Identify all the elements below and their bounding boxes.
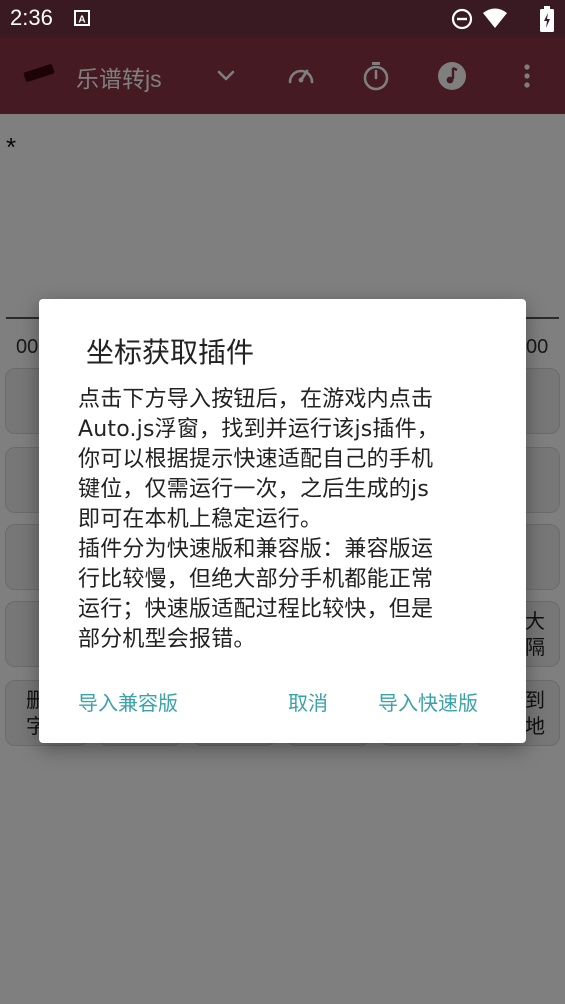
cancel-button[interactable]: 取消 xyxy=(288,683,328,720)
import-fast-button[interactable]: 导入快速版 xyxy=(378,683,478,720)
battery-icon xyxy=(540,6,554,36)
dialog-message: 点击下方导入按钮后，在游戏内点击 Auto.js浮窗，找到并运行该js插件， 你… xyxy=(78,387,440,652)
status-bar: 2:36 A xyxy=(0,0,565,38)
status-time: 2:36 xyxy=(10,5,53,30)
notification-a-icon: A xyxy=(74,10,90,30)
svg-text:A: A xyxy=(78,15,85,26)
dialog-title: 坐标获取插件 xyxy=(86,336,255,369)
wifi-icon xyxy=(482,7,508,33)
plugin-dialog: 坐标获取插件 点击下方导入按钮后，在游戏内点击 Auto.js浮窗，找到并运行该… xyxy=(39,299,526,743)
import-compatible-button[interactable]: 导入兼容版 xyxy=(78,683,178,720)
do-not-disturb-icon xyxy=(451,8,473,34)
